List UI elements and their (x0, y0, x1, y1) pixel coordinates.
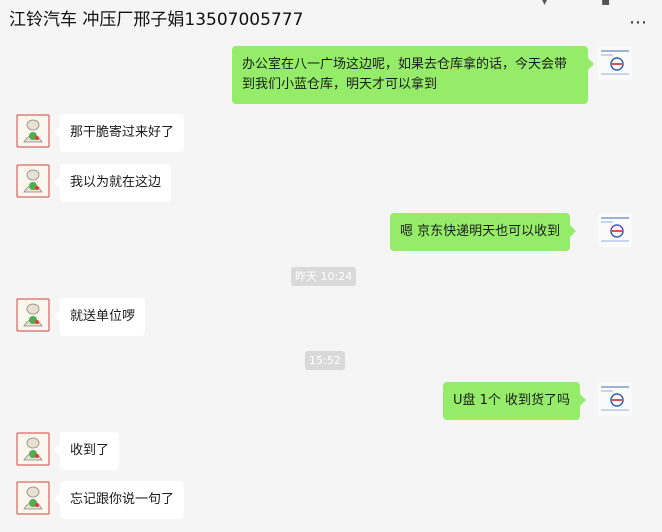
contact-avatar-icon (16, 298, 50, 332)
contact-avatar-icon (16, 114, 50, 148)
timestamp: 15:52 (305, 351, 345, 370)
self-avatar-icon (598, 382, 632, 416)
message-bubble-outgoing[interactable]: 嗯 京东快递明天也可以收到 (390, 213, 577, 251)
minimize-control[interactable]: ▾ (541, 0, 548, 8)
more-icon[interactable]: ⋯ (629, 12, 648, 33)
contact-avatar-icon (16, 481, 50, 515)
contact-avatar-icon (16, 164, 50, 198)
window-control[interactable]: ▪ (601, 0, 611, 8)
contact-avatar-icon (16, 432, 50, 466)
self-avatar[interactable] (598, 382, 632, 416)
contact-avatar[interactable] (16, 298, 50, 332)
chat-header: 江铃汽车 冲压厂邢子娟13507005777 ▾ ▪ ⋯ (0, 0, 662, 36)
message-bubble-incoming[interactable]: 就送单位啰 (53, 298, 146, 336)
self-avatar-icon (598, 213, 632, 247)
self-avatar[interactable] (598, 46, 632, 80)
message-bubble-outgoing[interactable]: 办公室在八一广场这边呢，如果去仓库拿的话，今天会带到我们小蓝仓库，明天才可以拿到 (232, 46, 594, 104)
chat-title: 江铃汽车 冲压厂邢子娟13507005777 (9, 10, 304, 30)
contact-avatar[interactable] (16, 114, 50, 148)
contact-avatar[interactable] (16, 164, 50, 198)
self-avatar[interactable] (598, 213, 632, 247)
self-avatar-icon (598, 46, 632, 80)
message-bubble-incoming[interactable]: 那干脆寄过来好了 (53, 114, 185, 152)
contact-avatar[interactable] (16, 432, 50, 466)
message-bubble-incoming[interactable]: 忘记跟你说一句了 (53, 481, 185, 519)
message-bubble-incoming[interactable]: 收到了 (53, 432, 120, 470)
timestamp: 昨天 10:24 (291, 267, 357, 286)
message-bubble-incoming[interactable]: 我以为就在这边 (53, 164, 172, 202)
message-bubble-outgoing[interactable]: U盘 1个 收到货了吗 (443, 382, 587, 420)
contact-avatar[interactable] (16, 481, 50, 515)
